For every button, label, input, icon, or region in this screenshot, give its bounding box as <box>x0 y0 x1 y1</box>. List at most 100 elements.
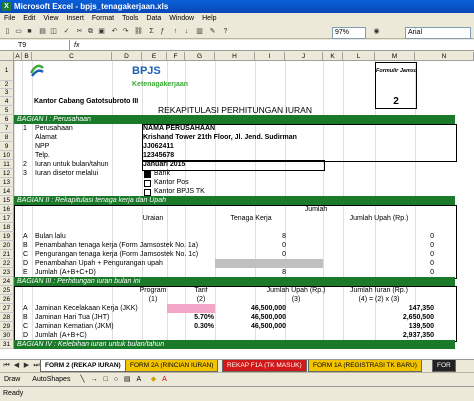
help-icon[interactable]: ? <box>221 27 230 36</box>
row-header-7[interactable]: 7 <box>0 124 14 133</box>
first-sheet-icon[interactable]: ⏮ <box>2 361 11 370</box>
row-header-31[interactable]: 31 <box>0 340 14 349</box>
row-header-18[interactable]: 18 <box>0 223 14 232</box>
row-header-20[interactable]: 20 <box>0 241 14 250</box>
column-header-m[interactable]: M <box>375 52 415 61</box>
column-header-g[interactable]: G <box>185 52 215 61</box>
textbox-icon[interactable]: ▤ <box>120 376 131 383</box>
tab-form-1a[interactable]: FORM 1A (REGISTRASI TK BARU) <box>308 360 422 372</box>
redo-icon[interactable]: ↷ <box>121 27 130 36</box>
select-all-corner[interactable] <box>0 52 14 61</box>
row-header-12[interactable]: 12 <box>0 169 14 178</box>
row-header-19[interactable]: 19 <box>0 232 14 241</box>
tab-rekap-f1a[interactable]: REKAP F1A (TK MASUK) <box>222 360 307 372</box>
preview-icon[interactable]: ◫ <box>49 27 58 36</box>
save-icon[interactable]: ■ <box>25 27 34 36</box>
fx-icon[interactable]: fx <box>74 40 79 51</box>
row-header-2[interactable]: 2 <box>0 81 14 89</box>
row-header-1[interactable]: 1 <box>0 61 14 81</box>
row-header-17[interactable]: 17 <box>0 214 14 223</box>
undo-icon[interactable]: ↶ <box>110 27 119 36</box>
name-box[interactable]: T9 <box>0 40 70 51</box>
row-header-9[interactable]: 9 <box>0 142 14 151</box>
row-header-28[interactable]: 28 <box>0 313 14 322</box>
row-header-30[interactable]: 30 <box>0 331 14 340</box>
column-header-k[interactable]: K <box>323 52 343 61</box>
oval-icon[interactable]: ○ <box>110 376 118 383</box>
menu-help[interactable]: Help <box>198 13 220 25</box>
row-header-13[interactable]: 13 <box>0 178 14 187</box>
function-icon[interactable]: ƒ <box>158 27 167 36</box>
column-header-e[interactable]: E <box>142 52 167 61</box>
payment-checkbox[interactable] <box>144 189 151 196</box>
row-header-26[interactable]: 26 <box>0 295 14 304</box>
row-header-11[interactable]: 11 <box>0 160 14 169</box>
row-header-23[interactable]: 23 <box>0 268 14 277</box>
row-header-22[interactable]: 22 <box>0 259 14 268</box>
payment-checkbox[interactable] <box>144 180 151 187</box>
sort-asc-icon[interactable]: ↑ <box>171 27 180 36</box>
row-header-16[interactable]: 16 <box>0 205 14 214</box>
sort-desc-icon[interactable]: ↓ <box>182 27 191 36</box>
column-header-f[interactable]: F <box>167 52 185 61</box>
autosum-icon[interactable]: Σ <box>147 27 156 36</box>
drawing-icon[interactable]: ✎ <box>208 27 217 36</box>
row-header-21[interactable]: 21 <box>0 250 14 259</box>
new-icon[interactable]: ▯ <box>3 27 12 36</box>
menu-insert[interactable]: Insert <box>62 13 88 25</box>
row-header-14[interactable]: 14 <box>0 187 14 196</box>
row-header-27[interactable]: 27 <box>0 304 14 313</box>
menu-window[interactable]: Window <box>165 13 198 25</box>
autoshapes-menu[interactable]: AutoShapes <box>22 376 70 383</box>
menu-edit[interactable]: Edit <box>19 13 39 25</box>
next-sheet-icon[interactable]: ▶ <box>22 361 31 370</box>
row-header-24[interactable]: 24 <box>0 277 14 286</box>
font-select[interactable]: Arial <box>405 27 471 39</box>
chart-icon[interactable]: ▥ <box>195 27 204 36</box>
column-header-b[interactable]: B <box>22 52 32 61</box>
row-header-8[interactable]: 8 <box>0 133 14 142</box>
column-header-j[interactable]: J <box>285 52 323 61</box>
line-icon[interactable]: ╲ <box>72 376 84 383</box>
row-header-10[interactable]: 10 <box>0 151 14 160</box>
column-header-i[interactable]: I <box>255 52 285 61</box>
column-header-c[interactable]: C <box>32 52 112 61</box>
draw-menu[interactable]: Draw <box>0 376 20 383</box>
copy-icon[interactable]: ⧉ <box>86 27 95 36</box>
column-header-a[interactable]: A <box>14 52 22 61</box>
worksheet-grid[interactable]: A B C D E F G H I J K L M N 1 2 3 4 5 6 7 8 9 10 11 12 13 14 15 16 17 1… <box>0 52 474 359</box>
column-header-n[interactable]: N <box>415 52 474 61</box>
payment-checkbox[interactable] <box>144 171 151 178</box>
tab-for[interactable]: FOR <box>432 360 456 372</box>
menu-tools[interactable]: Tools <box>118 13 142 25</box>
fill-color-icon[interactable]: ◆ <box>143 376 156 383</box>
row-header-3[interactable]: 3 <box>0 89 14 97</box>
column-header-d[interactable]: D <box>112 52 142 61</box>
spelling-icon[interactable]: ✓ <box>62 27 71 36</box>
row-header-25[interactable]: 25 <box>0 286 14 295</box>
row-header-4[interactable]: 4 <box>0 97 14 106</box>
paste-icon[interactable]: ▣ <box>97 27 106 36</box>
tab-form-2a[interactable]: FORM 2A (RINCIAN IURAN) <box>125 360 219 372</box>
zoom-select[interactable]: 97% <box>332 27 366 39</box>
column-header-h[interactable]: H <box>215 52 255 61</box>
print-icon[interactable]: ▤ <box>38 27 47 36</box>
cut-icon[interactable]: ✂ <box>75 27 84 36</box>
column-header-l[interactable]: L <box>343 52 375 61</box>
menu-data[interactable]: Data <box>142 13 165 25</box>
rectangle-icon[interactable]: □ <box>100 376 108 383</box>
row-header-29[interactable]: 29 <box>0 322 14 331</box>
arrow-icon[interactable]: → <box>87 376 98 383</box>
open-icon[interactable]: ▭ <box>14 27 23 36</box>
row-header-6[interactable]: 6 <box>0 115 14 124</box>
menu-view[interactable]: View <box>39 13 62 25</box>
office-assistant-icon[interactable]: ◉ <box>372 27 381 36</box>
tab-form-2[interactable]: FORM 2 (REKAP IURAN) <box>40 360 126 372</box>
wordart-icon[interactable]: A <box>132 376 140 383</box>
menu-format[interactable]: Format <box>88 13 118 25</box>
menu-file[interactable]: File <box>0 13 19 25</box>
font-color-icon[interactable]: A <box>158 376 167 383</box>
row-header-15[interactable]: 15 <box>0 196 14 205</box>
hyperlink-icon[interactable]: ⛓ <box>134 27 143 36</box>
row-header-5[interactable]: 5 <box>0 106 14 115</box>
